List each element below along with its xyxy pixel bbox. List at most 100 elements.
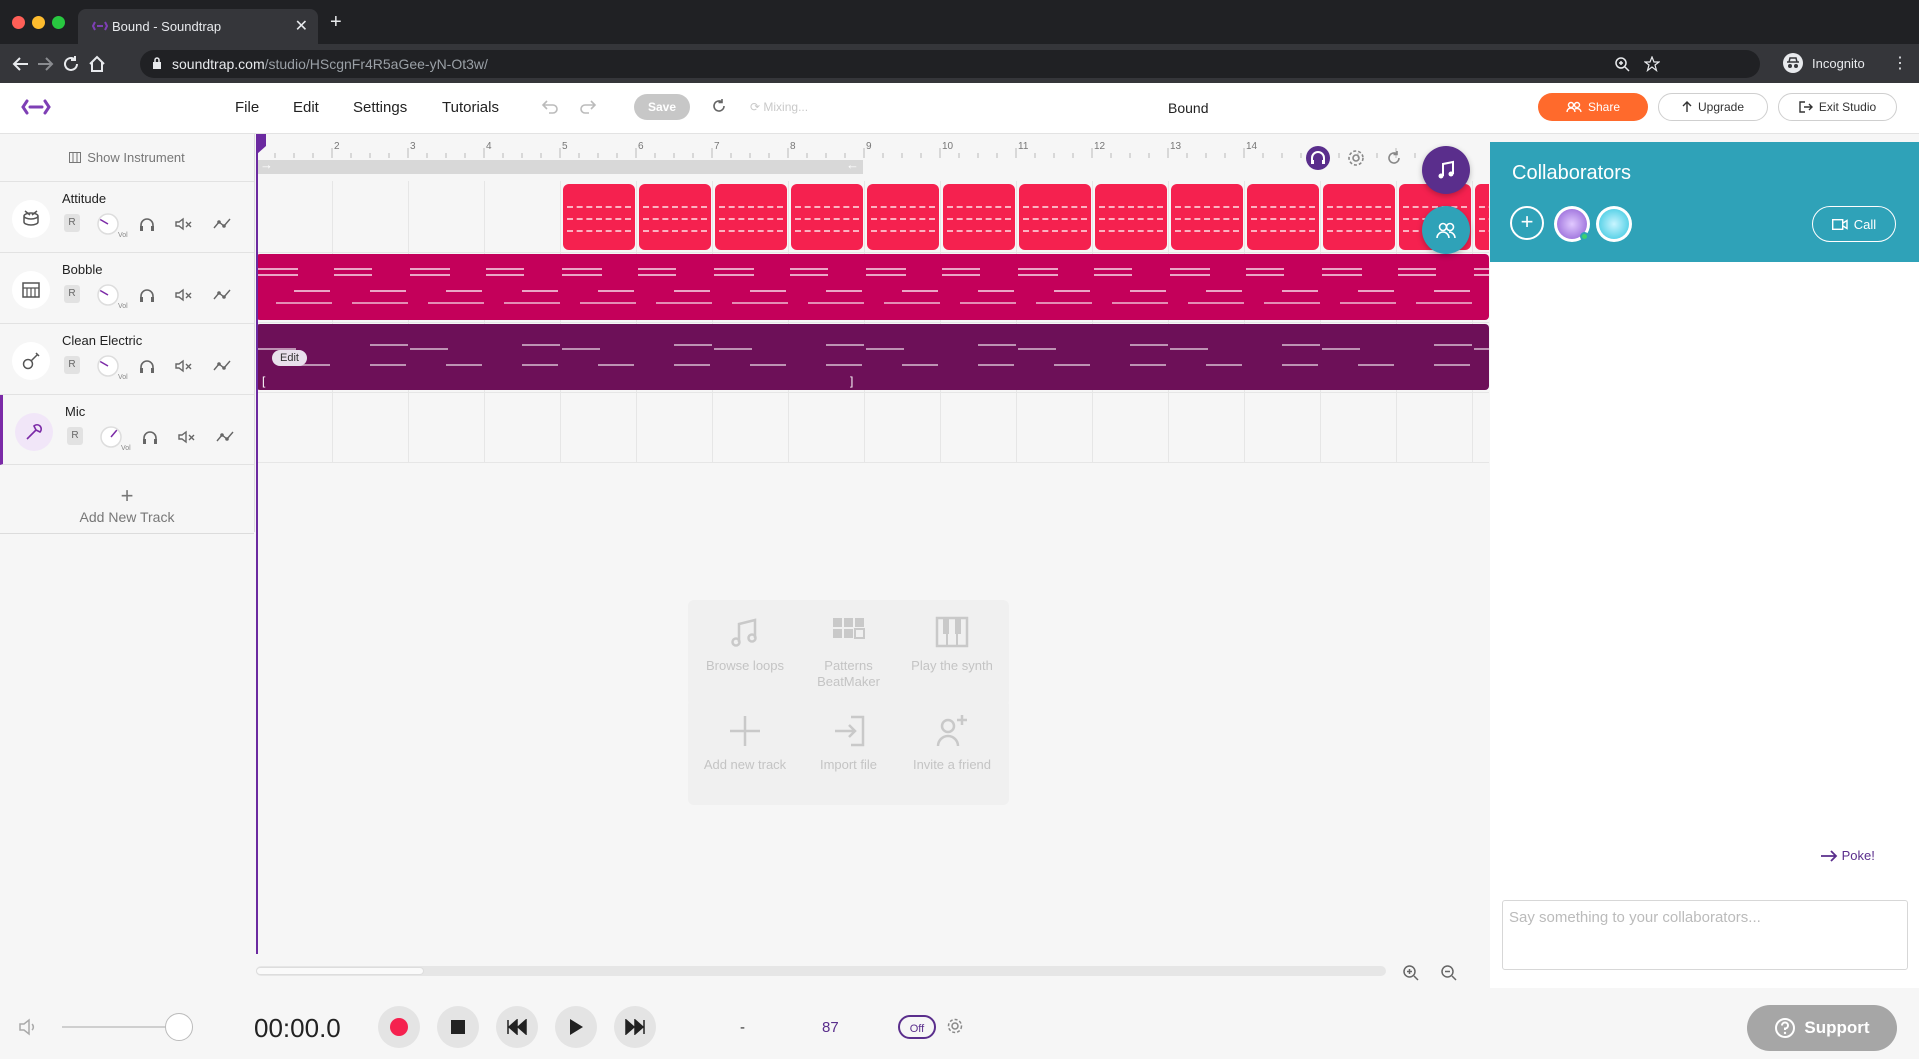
stop-button[interactable]	[437, 1006, 479, 1048]
audio-region[interactable]	[867, 184, 939, 250]
track-header-bobble[interactable]: Bobble R Vol	[0, 253, 254, 324]
browser-tab[interactable]: Bound - Soundtrap ✕	[78, 9, 318, 44]
volume-knob[interactable]: Vol	[97, 423, 131, 452]
audio-region[interactable]	[943, 184, 1015, 250]
audio-region[interactable]	[1171, 184, 1243, 250]
metronome-settings-icon[interactable]	[946, 1017, 964, 1035]
timeline[interactable]: → ← 2 3 4 5 6 7 8 9 10 11 12 13 14 [] Edit Browse lo…	[256, 134, 1489, 954]
track-name[interactable]: Clean Electric	[62, 333, 142, 348]
volume-slider-thumb[interactable]	[165, 1013, 193, 1041]
volume-knob[interactable]: Vol	[94, 352, 128, 381]
tab-close-icon[interactable]: ✕	[295, 16, 308, 36]
audio-region[interactable]	[715, 184, 787, 250]
region-end-handle-icon[interactable]: ]	[850, 374, 853, 388]
back-icon[interactable]	[10, 53, 32, 75]
audio-region[interactable]	[1323, 184, 1395, 250]
soundtrap-logo-icon[interactable]	[20, 99, 52, 115]
automation-icon[interactable]	[215, 427, 235, 447]
solo-headphones-icon[interactable]	[137, 285, 157, 305]
tile-piano[interactable]: Play the synth	[895, 600, 1009, 706]
play-button[interactable]	[555, 1006, 597, 1048]
zoom-in-icon[interactable]	[1402, 964, 1420, 982]
playhead[interactable]	[256, 134, 266, 954]
audio-region[interactable]	[1247, 184, 1319, 250]
automation-icon[interactable]	[212, 285, 232, 305]
solo-headphones-icon[interactable]	[140, 427, 160, 447]
monitor-headphones-icon[interactable]	[1306, 146, 1330, 170]
close-window-button[interactable]	[12, 16, 25, 29]
undo-icon[interactable]	[540, 97, 560, 117]
incognito-indicator[interactable]: Incognito	[1782, 52, 1892, 76]
metronome-toggle[interactable]: Off	[898, 1015, 936, 1039]
maximize-window-button[interactable]	[52, 16, 65, 29]
track-name[interactable]: Attitude	[62, 191, 106, 206]
fast-forward-button[interactable]	[614, 1006, 656, 1048]
bookmark-star-icon[interactable]	[1644, 56, 1660, 72]
audio-region[interactable]	[1095, 184, 1167, 250]
tile-import[interactable]: Import file	[791, 699, 906, 805]
minimize-window-button[interactable]	[32, 16, 45, 29]
speaker-icon[interactable]	[18, 1017, 40, 1037]
loops-browser-button[interactable]	[1422, 146, 1470, 194]
region-edit-button[interactable]: Edit	[272, 350, 307, 366]
support-button[interactable]: Support	[1747, 1005, 1897, 1051]
share-button[interactable]: Share	[1538, 93, 1648, 121]
tile-plus[interactable]: Add new track	[688, 699, 802, 805]
timeline-scrollbar[interactable]	[256, 966, 1386, 976]
track-lane[interactable]	[256, 392, 1489, 463]
track-name[interactable]: Mic	[65, 404, 85, 419]
address-bar[interactable]: soundtrap.com/studio/HScgnFr4R5aGee-yN-O…	[140, 50, 1760, 78]
loop-region-bar[interactable]: → ←	[256, 157, 863, 174]
volume-knob[interactable]: Vol	[94, 281, 128, 310]
volume-knob[interactable]: Vol	[94, 210, 128, 239]
upgrade-button[interactable]: Upgrade	[1658, 93, 1768, 121]
settings-gear-icon[interactable]	[1346, 148, 1366, 168]
loop-toggle-icon[interactable]	[1384, 148, 1404, 168]
audio-region[interactable]	[563, 184, 635, 250]
audio-region[interactable]	[1019, 184, 1091, 250]
zoom-icon[interactable]	[1614, 56, 1630, 72]
rewind-button[interactable]	[496, 1006, 538, 1048]
record-arm-button[interactable]: R	[64, 214, 80, 232]
sync-icon[interactable]	[710, 97, 728, 115]
tile-grid[interactable]: Patterns BeatMaker	[791, 600, 906, 706]
redo-icon[interactable]	[578, 97, 598, 117]
reload-icon[interactable]	[60, 53, 82, 75]
tile-music-note[interactable]: Browse loops	[688, 600, 802, 706]
playhead-handle-icon[interactable]	[256, 134, 266, 154]
mute-icon[interactable]	[174, 356, 194, 376]
add-collaborator-button[interactable]: +	[1510, 206, 1544, 240]
collaborators-toggle-button[interactable]	[1422, 206, 1470, 254]
track-header-clean-electric[interactable]: Clean Electric R Vol	[0, 324, 254, 395]
home-icon[interactable]	[86, 53, 108, 75]
mute-icon[interactable]	[174, 285, 194, 305]
exit-studio-button[interactable]: Exit Studio	[1778, 93, 1897, 121]
menu-file[interactable]: File	[235, 99, 259, 116]
show-instrument-button[interactable]: Show Instrument	[0, 134, 254, 182]
browser-menu-icon[interactable]: ⋮	[1892, 53, 1908, 73]
tile-invite[interactable]: Invite a friend	[895, 699, 1009, 805]
menu-settings[interactable]: Settings	[353, 99, 407, 116]
track-header-mic[interactable]: Mic R Vol	[0, 395, 254, 465]
master-volume-slider[interactable]	[62, 1013, 193, 1041]
new-tab-button[interactable]: +	[330, 12, 342, 32]
track-header-attitude[interactable]: Attitude R Vol	[0, 182, 254, 253]
loop-end-handle-icon[interactable]: ←	[846, 157, 859, 172]
automation-icon[interactable]	[212, 214, 232, 234]
audio-region[interactable]	[791, 184, 863, 250]
zoom-out-icon[interactable]	[1440, 964, 1458, 982]
save-button[interactable]: Save	[634, 94, 690, 120]
menu-tutorials[interactable]: Tutorials	[442, 99, 499, 116]
audio-region[interactable]	[639, 184, 711, 250]
track-name[interactable]: Bobble	[62, 262, 102, 277]
mute-icon[interactable]	[174, 214, 194, 234]
record-button[interactable]	[378, 1006, 420, 1048]
avatar[interactable]	[1554, 206, 1590, 242]
menu-edit[interactable]: Edit	[293, 99, 319, 116]
region-start-handle-icon[interactable]: [	[262, 374, 265, 388]
mute-icon[interactable]	[177, 427, 197, 447]
key-display[interactable]: -	[740, 1019, 745, 1036]
poke-button[interactable]: Poke!	[1820, 848, 1875, 863]
loop-start-handle-icon[interactable]: →	[260, 157, 273, 172]
add-new-track-button[interactable]: + Add New Track	[0, 477, 254, 534]
